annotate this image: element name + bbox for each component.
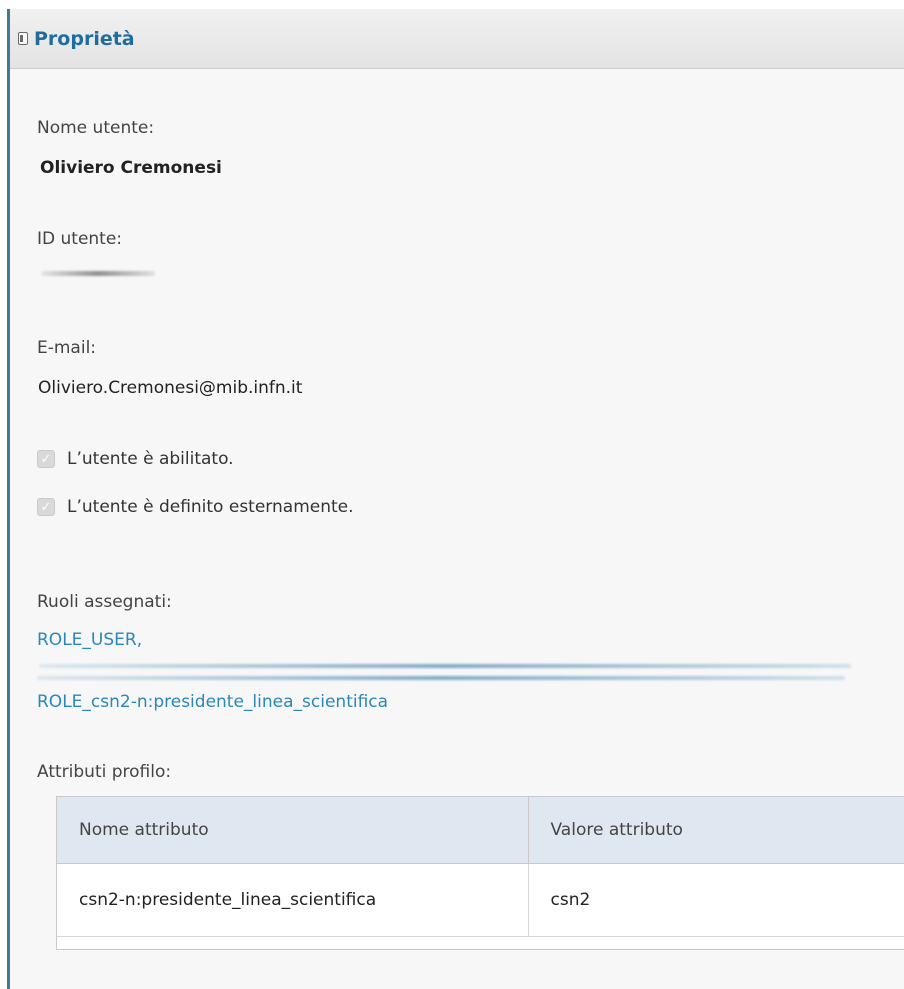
email-value: Oliviero.Cremonesi@mib.infn.it [38, 378, 303, 398]
roles-redacted-line-1 [39, 664, 851, 668]
user-id-redacted [41, 271, 155, 276]
role-link-user[interactable]: ROLE_USER, [37, 630, 142, 650]
user-id-label: ID utente: [37, 229, 123, 249]
user-external-label: L’utente è definito esternamente. [67, 497, 354, 517]
column-header-attribute-name[interactable]: Nome attributo [57, 797, 529, 864]
panel-collapse-icon[interactable] [18, 32, 28, 45]
panel-header[interactable]: Proprietà [10, 9, 904, 69]
roles-label: Ruoli assegnati: [37, 592, 172, 612]
panel-title: Proprietà [34, 27, 135, 50]
attribute-name-cell: csn2-n:presidente_linea_scientifica [57, 863, 529, 937]
attributes-table: Nome attributo Valore attributo csn2-n:p… [56, 796, 904, 950]
user-enabled-checkbox: ✓ [37, 450, 55, 468]
attribute-value-cell: csn2 [528, 863, 904, 937]
column-header-attribute-value[interactable]: Valore attributo [528, 797, 904, 864]
user-enabled-label: L’utente è abilitato. [67, 449, 234, 469]
user-name-value: Oliviero Cremonesi [40, 158, 222, 178]
user-name-label: Nome utente: [37, 118, 155, 138]
attributes-label: Attributi profilo: [37, 762, 172, 782]
roles-redacted-line-2 [37, 676, 845, 680]
role-link-presidente[interactable]: ROLE_csn2-n:presidente_linea_scientifica [37, 692, 388, 712]
table-header-row: Nome attributo Valore attributo [57, 797, 904, 864]
properties-panel: Proprietà Nome utente: Oliviero Cremones… [7, 9, 904, 989]
user-external-row: ✓ L’utente è definito esternamente. [37, 497, 354, 517]
email-label: E-mail: [37, 338, 97, 358]
user-external-checkbox: ✓ [37, 498, 55, 516]
user-enabled-row: ✓ L’utente è abilitato. [37, 449, 234, 469]
table-row: csn2-n:presidente_linea_scientifica csn2 [57, 863, 904, 937]
